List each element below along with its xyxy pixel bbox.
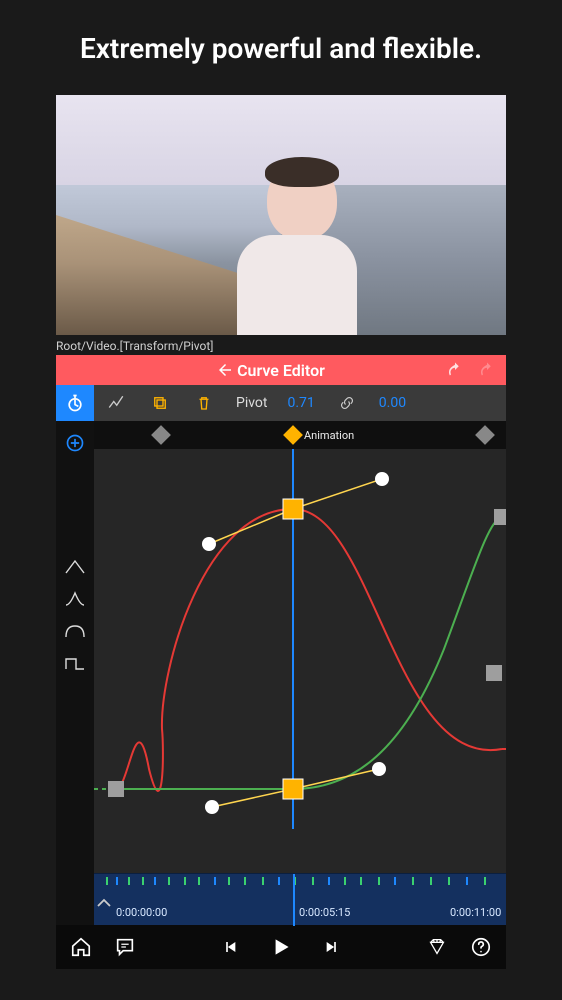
- chevron-up-icon[interactable]: [96, 897, 112, 909]
- ease-bell-icon[interactable]: [64, 621, 86, 641]
- curve-editor-titlebar: Curve Editor: [56, 355, 506, 385]
- add-icon[interactable]: [65, 433, 85, 453]
- curve-graph[interactable]: [94, 449, 506, 873]
- graph-icon[interactable]: [94, 385, 138, 421]
- comment-icon[interactable]: [114, 936, 136, 958]
- redo-icon[interactable]: [478, 361, 496, 379]
- bottom-toolbar: [56, 925, 506, 969]
- property-label: Pivot: [226, 385, 277, 421]
- keyframe-marker[interactable]: [151, 425, 171, 445]
- ease-peak-icon[interactable]: [64, 589, 86, 609]
- titlebar-title: Curve Editor: [237, 361, 325, 380]
- timeline[interactable]: 0:00:00:00 0:00:05:15 0:00:11:00: [94, 873, 506, 925]
- frame-forward-icon[interactable]: [320, 937, 340, 957]
- stopwatch-icon[interactable]: [56, 385, 94, 421]
- ease-step-icon[interactable]: [64, 653, 86, 673]
- editor-body: Pivot 0.71 0.00 Animation: [56, 385, 506, 925]
- keyframe-marker-active[interactable]: [283, 425, 303, 445]
- property-value-x[interactable]: 0.71: [277, 385, 324, 421]
- back-icon[interactable]: [216, 361, 234, 379]
- diamond-icon[interactable]: [426, 936, 448, 958]
- timecode-start: 0:00:00:00: [116, 906, 167, 919]
- delete-icon[interactable]: [182, 385, 226, 421]
- curve-main: Pivot 0.71 0.00 Animation: [94, 385, 506, 925]
- promo-headline: Extremely powerful and flexible.: [0, 0, 562, 95]
- play-icon[interactable]: [268, 934, 294, 960]
- keyframe-track[interactable]: Animation: [94, 421, 506, 449]
- property-toolbar: Pivot 0.71 0.00: [94, 385, 506, 421]
- keyframe-marker[interactable]: [475, 425, 495, 445]
- keyframe-label: Animation: [304, 429, 354, 442]
- undo-icon[interactable]: [446, 361, 464, 379]
- property-value-y[interactable]: 0.00: [369, 385, 416, 421]
- side-toolbar: [56, 385, 94, 925]
- timecode-current: 0:00:05:15: [299, 906, 350, 919]
- breadcrumb: Root/Video.[Transform/Pivot]: [56, 335, 506, 355]
- frame-back-icon[interactable]: [222, 937, 242, 957]
- ease-linear-icon[interactable]: [64, 557, 86, 577]
- home-icon[interactable]: [70, 936, 92, 958]
- help-icon[interactable]: [470, 936, 492, 958]
- timecode-end: 0:00:11:00: [450, 906, 501, 919]
- copy-icon[interactable]: [138, 385, 182, 421]
- video-preview[interactable]: [56, 95, 506, 335]
- link-icon[interactable]: [325, 385, 369, 421]
- app-screen: Root/Video.[Transform/Pivot] Curve Edito…: [56, 95, 506, 969]
